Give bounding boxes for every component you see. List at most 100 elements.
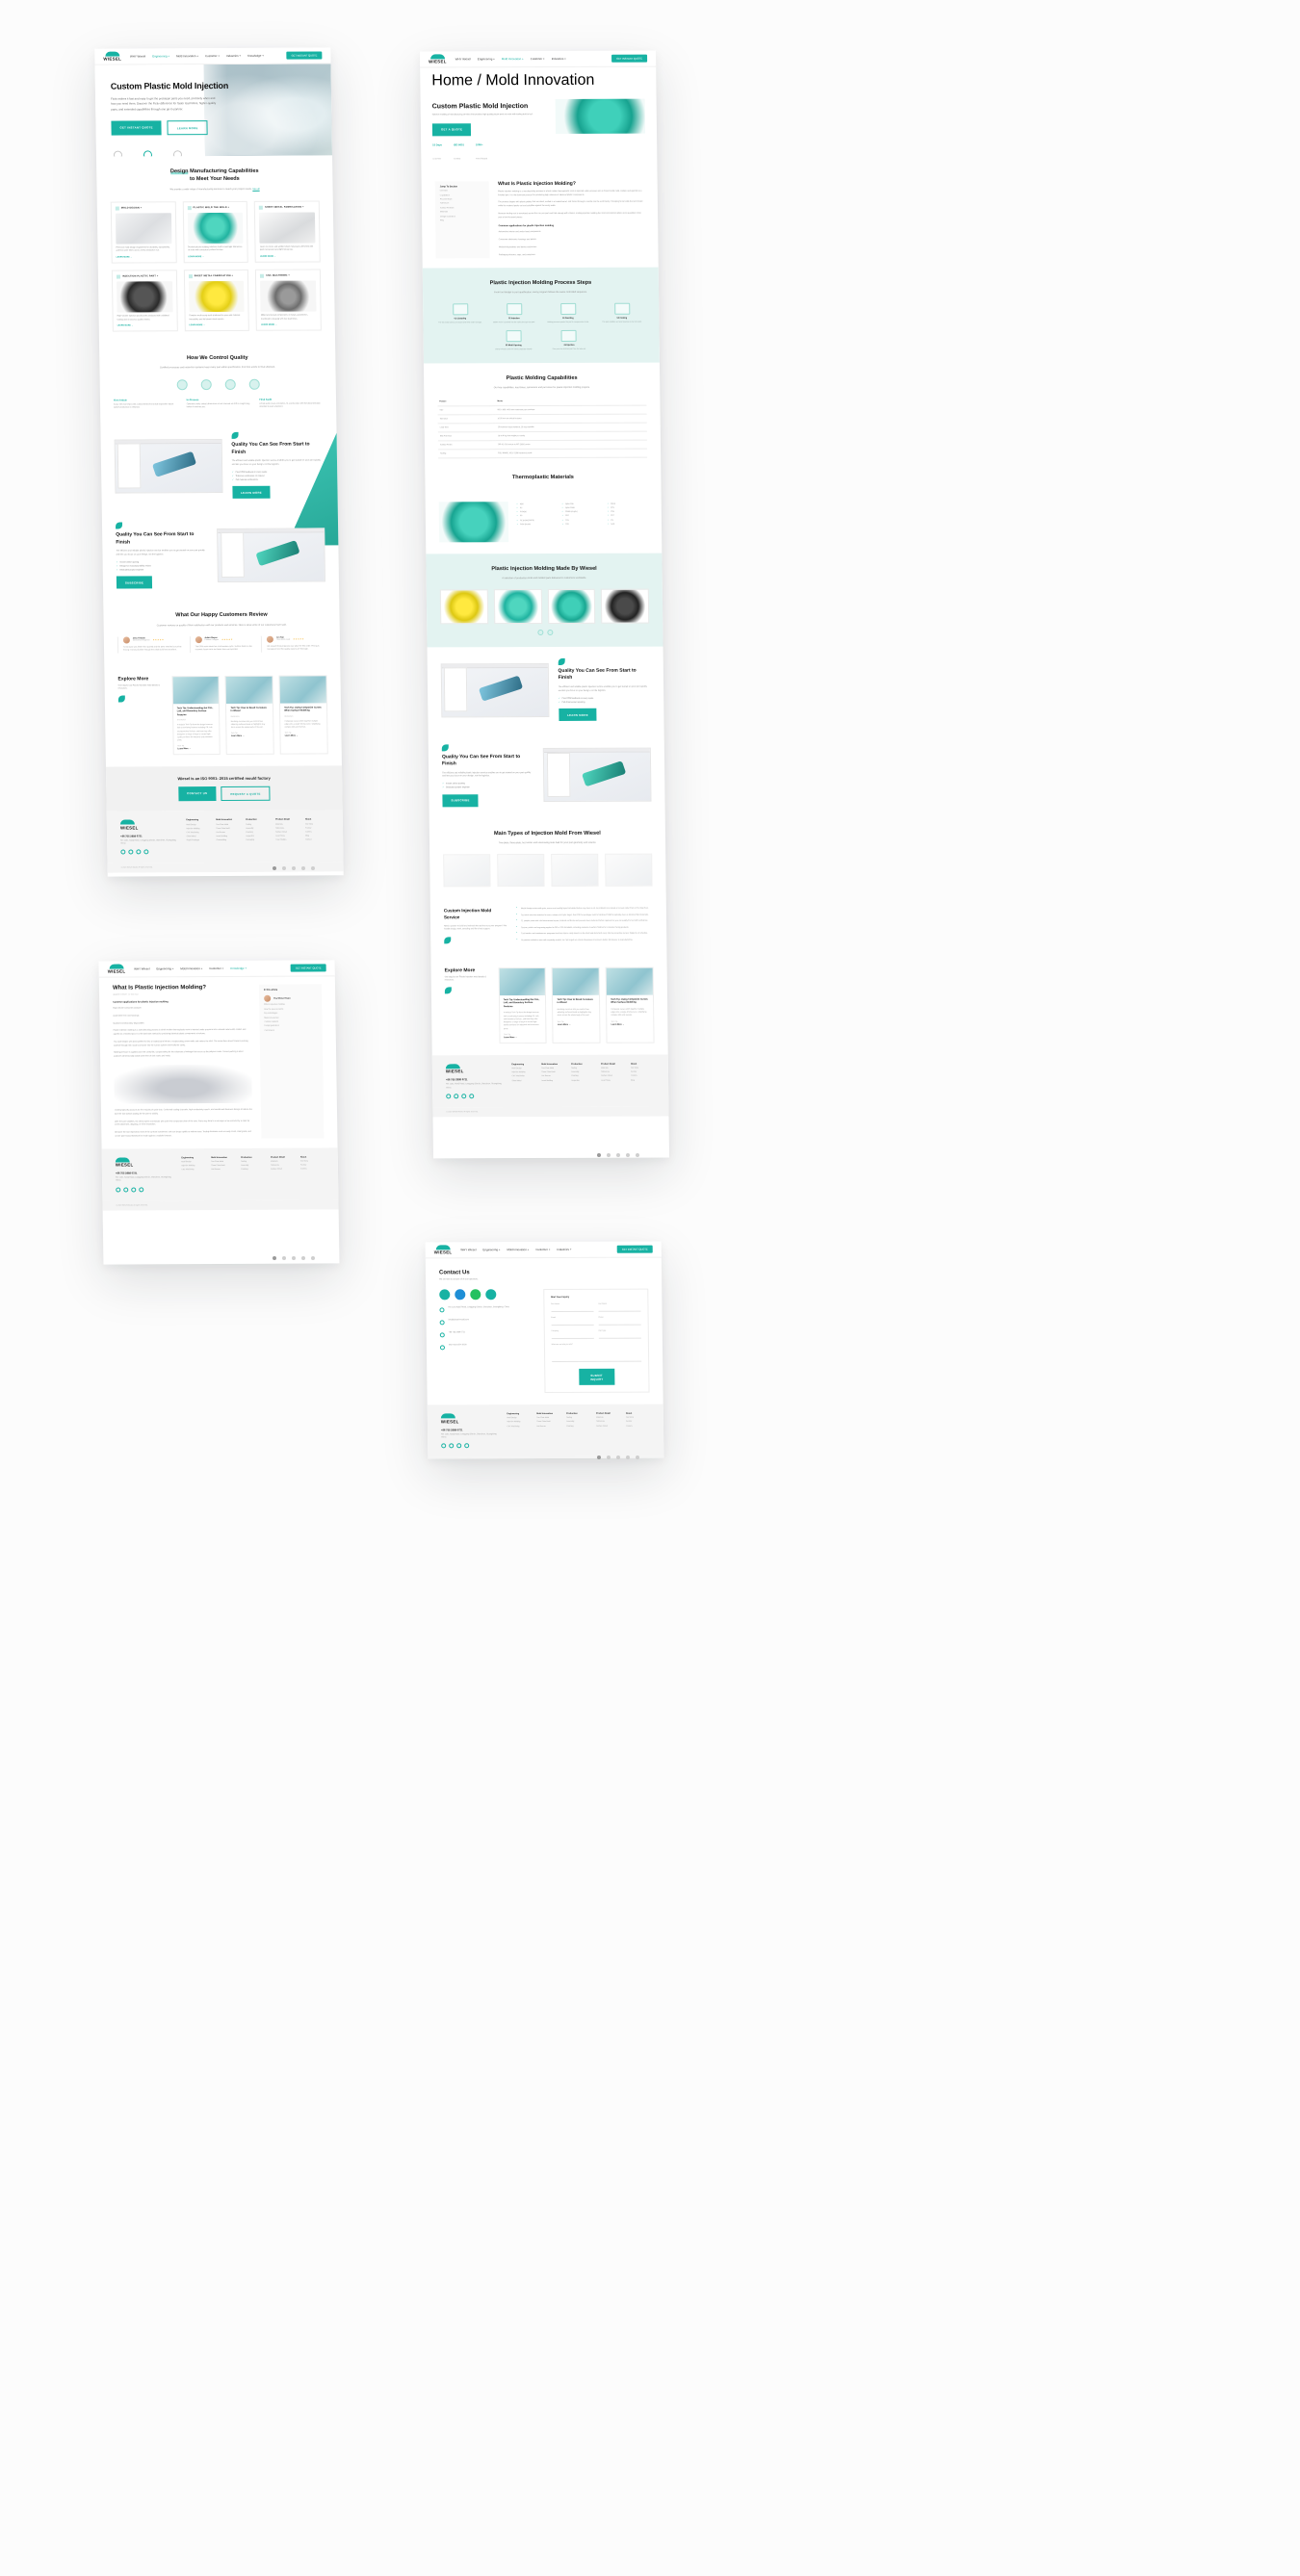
footer-link[interactable]: Surface Finish	[596, 1425, 620, 1427]
twitter-icon[interactable]	[143, 849, 149, 855]
footer-link[interactable]: Two Plate Mold	[211, 1161, 235, 1163]
footer-link[interactable]: Hot Runner	[541, 1075, 565, 1077]
footer-link[interactable]: Injection Molding	[512, 1071, 536, 1073]
footer-link[interactable]: Lead Times	[275, 836, 299, 837]
nav-link-mold[interactable]: Mold Innovation +	[176, 54, 198, 58]
footer-logo[interactable]: WIESEL	[119, 819, 169, 830]
twitter-icon[interactable]	[464, 1443, 470, 1449]
footer-phone[interactable]: +86 755 2888 0721	[446, 1078, 503, 1082]
capability-card[interactable]: CNC MACHINING + Milled and turned compon…	[255, 269, 322, 331]
footer-link[interactable]: Surface Finish	[271, 1169, 295, 1171]
email-icon[interactable]	[485, 1289, 497, 1301]
footer-link[interactable]: CNC Machining	[512, 1075, 536, 1077]
nav-link-knowledge[interactable]: Knowledge +	[247, 54, 264, 58]
footer-link[interactable]: Case Studies	[275, 839, 299, 841]
footer-link[interactable]: Assembly	[246, 828, 270, 830]
footer-link[interactable]: Blog	[631, 1079, 655, 1081]
footer-link[interactable]: Tolerances	[271, 1165, 295, 1167]
footer-link[interactable]: Assembly	[566, 1421, 590, 1423]
footer-link[interactable]: Two Plate Mold	[536, 1417, 560, 1419]
nav-link-industries[interactable]: Industries +	[226, 54, 241, 58]
first-name-input[interactable]	[551, 1305, 594, 1312]
footer-logo[interactable]: WIESEL	[445, 1064, 494, 1074]
footer-link[interactable]: Two Plate Mold	[216, 824, 240, 826]
footer-link[interactable]: Sheet Metal	[187, 836, 211, 837]
card-learn-more[interactable]: LEARN MORE →	[117, 256, 172, 258]
footer-link[interactable]: Injection Molding	[181, 1165, 205, 1167]
post-card[interactable]: Tech Tip: Using Composite Curves When Su…	[605, 966, 655, 1043]
footer-link[interactable]: Finishing	[241, 1169, 265, 1171]
wechat-icon[interactable]	[470, 1289, 481, 1301]
toc-item[interactable]: Overview	[440, 190, 484, 193]
feature-a-button[interactable]: LEARN MORE	[232, 486, 272, 500]
pager-dot[interactable]	[273, 866, 276, 870]
pager-dot[interactable]	[607, 1455, 611, 1459]
toc-item[interactable]: Process Steps	[440, 198, 484, 200]
toc-item[interactable]: Materials	[440, 211, 484, 213]
footer-link[interactable]: Packaging	[247, 839, 271, 841]
footer-logo[interactable]: WIESEL	[440, 1413, 489, 1424]
footer-link[interactable]: Factory	[300, 1165, 325, 1167]
pager-dot[interactable]	[311, 1256, 315, 1260]
footer-link[interactable]: Insert Molding	[541, 1080, 565, 1082]
mold-type-item[interactable]	[605, 854, 653, 888]
nav-link-engineering[interactable]: Engineering +	[483, 1248, 501, 1251]
footer-link[interactable]: Our Story	[626, 1417, 650, 1419]
nav-link-why[interactable]: WHY Wiesel	[134, 966, 149, 970]
footer-link[interactable]: Three Plate Mold	[536, 1421, 560, 1423]
footer-link[interactable]: Mold Design	[511, 1068, 535, 1069]
footer-link[interactable]: Overmolding	[217, 839, 241, 841]
logo[interactable]: WIESEL	[108, 964, 125, 974]
footer-link[interactable]: Finishing	[566, 1425, 590, 1427]
footer-link[interactable]: Injection Molding	[507, 1421, 531, 1423]
toc-item[interactable]: Surface Finishes	[440, 207, 484, 209]
footer-link[interactable]: Careers	[300, 1169, 325, 1171]
mold-type-item[interactable]	[497, 854, 545, 888]
feature-tool-innovate[interactable]: Tool Innovate	[171, 150, 185, 157]
nav-link-engineering[interactable]: Engineering +	[478, 57, 495, 61]
part-type-input[interactable]	[598, 1332, 641, 1339]
footer-link[interactable]: Three Plate Mold	[216, 828, 240, 830]
footer-link[interactable]: Lead Times	[601, 1079, 625, 1081]
pager-dot[interactable]	[626, 1153, 630, 1157]
hero-quote-button[interactable]: GET INSTANT QUOTE	[111, 120, 162, 136]
post-learn-more[interactable]: Learn More →	[504, 1037, 542, 1039]
footer-link[interactable]: Insert Molding	[217, 836, 241, 837]
capability-card[interactable]: SHEET METAL FABRICATION + Complex multi-…	[183, 269, 250, 332]
footer-link[interactable]: Our Story	[631, 1068, 655, 1069]
feature-b-button[interactable]: SUBSCRIBE	[442, 794, 479, 808]
company-input[interactable]	[551, 1332, 594, 1339]
hero-learn-button[interactable]: LEARN MORE	[167, 120, 208, 136]
contact-email[interactable]: info@wiesel-mould.com	[449, 1319, 469, 1322]
footer-link[interactable]: Two Plate Mold	[541, 1068, 565, 1069]
footer-link[interactable]: Three Plate Mold	[541, 1071, 565, 1073]
sidebar-item[interactable]: Design guidelines	[264, 1025, 317, 1027]
card-learn-more[interactable]: LEARN MORE →	[117, 324, 173, 327]
pager-dots-panel2[interactable]	[597, 1153, 639, 1157]
nav-link-customer[interactable]: Customer +	[535, 1248, 550, 1251]
footer-link[interactable]: Surface Finish	[275, 832, 299, 834]
footer-link[interactable]: Inspection	[571, 1079, 595, 1081]
post-card[interactable]: Tech Tip: How to Break Curvature in Wies…	[224, 675, 275, 756]
footer-link[interactable]: Three Plate Mold	[211, 1165, 235, 1167]
gallery-item[interactable]	[601, 588, 650, 624]
capability-card[interactable]: INJECTION PLASTIC PART + High-volume inj…	[111, 270, 178, 332]
nav-quote-button[interactable]: GET INSTANT QUOTE	[611, 54, 648, 63]
youtube-icon[interactable]	[136, 849, 142, 855]
pager-dot[interactable]	[273, 1256, 276, 1260]
capability-card[interactable]: SHEET METAL FABRICATION + Laser cut, ben…	[254, 200, 321, 263]
footer-link[interactable]: Inspection	[246, 836, 270, 837]
footer-link[interactable]: Mold Design	[181, 1161, 205, 1163]
gallery-prev-button[interactable]	[536, 630, 543, 636]
footer-link[interactable]: Tooling	[241, 1161, 265, 1163]
footer-link[interactable]: Assembly	[241, 1165, 265, 1167]
sidebar-item[interactable]: What is injection molding	[264, 1004, 317, 1006]
nav-quote-button[interactable]: GET INSTANT QUOTE	[290, 964, 326, 972]
footer-link[interactable]: Careers	[305, 831, 329, 834]
footer-link[interactable]: CNC Machining	[507, 1426, 532, 1428]
pager-dot[interactable]	[607, 1153, 611, 1157]
post-learn-more[interactable]: Learn More →	[611, 1023, 650, 1025]
footer-link[interactable]: Hot Runner	[536, 1426, 560, 1428]
footer-phone[interactable]: +86 755 2888 0721	[120, 835, 177, 837]
pager-dot[interactable]	[636, 1455, 639, 1459]
